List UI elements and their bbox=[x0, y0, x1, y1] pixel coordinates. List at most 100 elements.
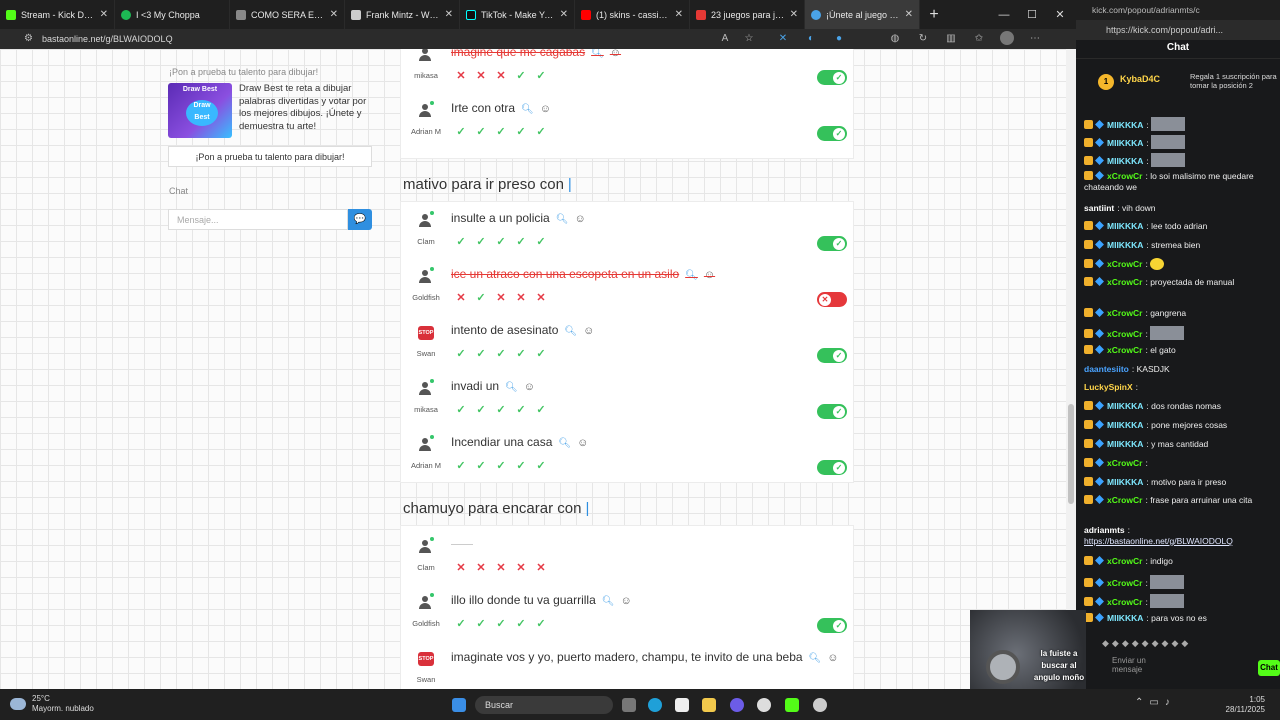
scrollbar-thumb[interactable] bbox=[1068, 404, 1074, 504]
validity-toggle[interactable]: ✓ bbox=[817, 236, 847, 251]
browser-tab[interactable]: 23 juegos para jugar co✕ bbox=[690, 0, 805, 29]
validity-toggle[interactable]: ✓ bbox=[817, 618, 847, 633]
browser-tab[interactable]: TikTok - Make Your Day✕ bbox=[460, 0, 575, 29]
extension-icon[interactable]: ● bbox=[832, 31, 846, 45]
favorites-icon[interactable]: ✩ bbox=[972, 31, 986, 45]
gift-leaderboard[interactable]: 1 KybaD4C Regala 1 suscripción para toma… bbox=[1096, 72, 1277, 102]
chat-message[interactable]: MIIKKKA: lee todo adrian bbox=[1084, 221, 1276, 232]
chat-username[interactable]: LuckySpinX bbox=[1084, 382, 1133, 392]
validity-toggle[interactable]: ✓ bbox=[817, 460, 847, 475]
chat-username[interactable]: MIIKKKA bbox=[1107, 221, 1143, 231]
search-icon[interactable]: 🔍︎ bbox=[521, 104, 534, 115]
extension-icon[interactable]: ◐ bbox=[804, 31, 818, 45]
taskbar-search[interactable]: Buscar bbox=[475, 696, 613, 714]
search-icon[interactable]: 🔍︎ bbox=[505, 382, 518, 393]
validity-toggle[interactable]: ✓ bbox=[817, 70, 847, 85]
chat-username[interactable]: MIIKKKA bbox=[1107, 420, 1143, 430]
chat-message[interactable]: xCrowCr: bbox=[1084, 258, 1276, 270]
chat-message-input[interactable]: Mensaje... bbox=[168, 209, 348, 230]
validity-toggle[interactable]: ✓ bbox=[817, 404, 847, 419]
split-screen-icon[interactable]: ▥ bbox=[944, 31, 958, 45]
chat-message[interactable]: xCrowCr: gangrena bbox=[1084, 308, 1276, 319]
more-menu-icon[interactable]: ⋯ bbox=[1028, 31, 1042, 45]
clock[interactable]: 1:05 28/11/2025 bbox=[1205, 695, 1265, 715]
chat-message[interactable]: MIIKKKA: bbox=[1084, 153, 1276, 167]
chat-message[interactable]: MIIKKKA: y mas cantidad bbox=[1084, 439, 1276, 450]
chat-username[interactable]: adrianmts bbox=[1084, 525, 1125, 535]
chat-message[interactable]: MIIKKKA: para vos no es bbox=[1084, 613, 1276, 624]
chat-message[interactable]: xCrowCr: bbox=[1084, 575, 1276, 589]
chat-message[interactable]: xCrowCr: proyectada de manual bbox=[1084, 277, 1276, 288]
start-icon[interactable] bbox=[452, 698, 466, 712]
chat-username[interactable]: MIIKKKA bbox=[1107, 613, 1143, 623]
browser-tab[interactable]: COMO SERA EL HOMBR✕ bbox=[230, 0, 345, 29]
file-explorer-icon[interactable] bbox=[702, 698, 716, 712]
emoji-react-icon[interactable]: ☺ bbox=[583, 325, 594, 337]
emoji-react-icon[interactable]: ☺ bbox=[524, 381, 535, 393]
chat-message[interactable]: xCrowCr: el gato bbox=[1084, 345, 1276, 356]
chat-username[interactable]: MIIKKKA bbox=[1107, 401, 1143, 411]
emoji-react-icon[interactable]: ☺ bbox=[827, 652, 838, 664]
chat-message[interactable]: xCrowCr: bbox=[1084, 594, 1276, 608]
close-tab-icon[interactable]: ✕ bbox=[560, 9, 568, 20]
chat-send-button[interactable]: Chat bbox=[1258, 660, 1280, 676]
chat-message[interactable]: MIIKKKA: stremea bien bbox=[1084, 240, 1276, 251]
weather-widget[interactable]: 25°C Mayorm. nublado bbox=[10, 694, 94, 714]
read-aloud-icon[interactable]: A bbox=[718, 31, 732, 45]
favorite-star-icon[interactable]: ☆ bbox=[742, 31, 756, 45]
search-icon[interactable]: 🔍︎ bbox=[685, 270, 698, 281]
extension-icon[interactable]: ✕ bbox=[776, 31, 790, 45]
new-tab-button[interactable]: + bbox=[920, 6, 948, 24]
browser-tab-active[interactable]: ¡Únete al juego Basta!✕ bbox=[805, 0, 920, 29]
chat-username[interactable]: xCrowCr bbox=[1107, 171, 1142, 181]
chat-message[interactable]: MIIKKKA: bbox=[1084, 135, 1276, 149]
refresh-icon[interactable]: ↻ bbox=[916, 31, 930, 45]
address-bar[interactable]: ⚙ bastaonline.net/g/BLWAIODOLQ bbox=[0, 29, 1076, 49]
close-tab-icon[interactable]: ✕ bbox=[905, 9, 913, 20]
browser-tab[interactable]: Frank Mintz - Wikipedi✕ bbox=[345, 0, 460, 29]
kick-icon[interactable] bbox=[785, 698, 799, 712]
chat-username[interactable]: xCrowCr bbox=[1107, 495, 1142, 505]
chat-message[interactable]: xCrowCr: lo soi malisimo me quedare chat… bbox=[1084, 171, 1276, 193]
chat-message[interactable]: LuckySpinX: bbox=[1084, 382, 1276, 393]
emoji-react-icon[interactable]: ☺ bbox=[610, 49, 621, 59]
close-window-button[interactable]: ✕ bbox=[1046, 0, 1074, 29]
store-icon[interactable] bbox=[675, 698, 689, 712]
chat-message[interactable]: MIIKKKA: pone mejores cosas bbox=[1084, 420, 1276, 431]
close-tab-icon[interactable]: ✕ bbox=[445, 9, 453, 20]
chat-message[interactable]: santiint: vih down bbox=[1084, 203, 1276, 214]
edge-icon[interactable] bbox=[648, 698, 662, 712]
validity-toggle[interactable]: ✓ bbox=[817, 126, 847, 141]
search-icon[interactable]: 🔍︎ bbox=[602, 596, 615, 607]
chat-username[interactable]: xCrowCr bbox=[1107, 597, 1142, 607]
browser-tab[interactable]: (1) skins - cassie & skl✕ bbox=[575, 0, 690, 29]
chat-username[interactable]: MIIKKKA bbox=[1107, 120, 1143, 130]
chat-username[interactable]: santiint bbox=[1084, 203, 1114, 213]
emoji-react-icon[interactable]: ☺ bbox=[577, 437, 588, 449]
extension-icon[interactable]: ◍ bbox=[888, 31, 902, 45]
chat-message[interactable]: daantesiito: KASDJK bbox=[1084, 364, 1276, 375]
chat-username[interactable]: MIIKKKA bbox=[1107, 240, 1143, 250]
draw-best-image[interactable]: Draw Best Draw Best bbox=[168, 83, 232, 138]
profile-avatar[interactable] bbox=[1000, 31, 1014, 45]
game-link[interactable]: https://bastaonline.net/g/BLWAIODOLQ bbox=[1084, 536, 1233, 546]
close-tab-icon[interactable]: ✕ bbox=[675, 9, 683, 20]
chat-message[interactable]: MIIKKKA: dos rondas nomas bbox=[1084, 401, 1276, 412]
chat-username[interactable]: xCrowCr bbox=[1107, 277, 1142, 287]
discord-icon[interactable] bbox=[730, 698, 744, 712]
chat-username[interactable]: xCrowCr bbox=[1107, 259, 1142, 269]
search-icon[interactable]: 🔍︎ bbox=[564, 326, 577, 337]
chat-username[interactable]: MIIKKKA bbox=[1107, 477, 1143, 487]
chat-message[interactable]: MIIKKKA: motivo para ir preso bbox=[1084, 477, 1276, 488]
chat-username[interactable]: xCrowCr bbox=[1107, 556, 1142, 566]
validity-toggle[interactable]: ✕ bbox=[817, 292, 847, 307]
emoji-react-icon[interactable]: ☺ bbox=[620, 595, 631, 607]
search-icon[interactable]: 🔍︎ bbox=[558, 438, 571, 449]
chat-username[interactable]: daantesiito bbox=[1084, 364, 1129, 374]
search-icon[interactable]: 🔍︎ bbox=[809, 653, 822, 664]
site-info-icon[interactable]: ⚙ bbox=[24, 33, 33, 44]
emoji-react-icon[interactable]: ☺ bbox=[540, 103, 551, 115]
chat-message[interactable]: adrianmts: https://bastaonline.net/g/BLW… bbox=[1084, 525, 1276, 547]
maximize-button[interactable]: ☐ bbox=[1018, 0, 1046, 29]
chat-username[interactable]: xCrowCr bbox=[1107, 578, 1142, 588]
